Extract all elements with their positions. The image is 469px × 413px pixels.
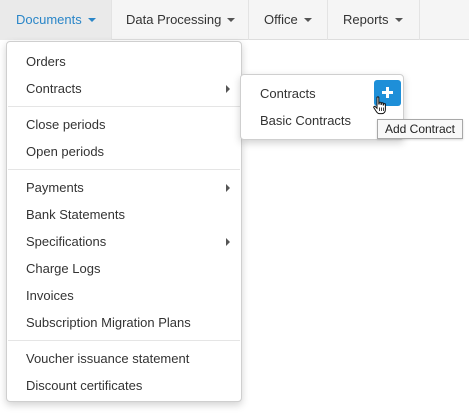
menu-item-label: Open periods: [26, 144, 105, 159]
menu-item-specifications[interactable]: Specifications: [7, 228, 241, 255]
submenu-item-label: Contracts: [260, 86, 316, 101]
documents-dropdown: Orders Contracts Close periods Open peri…: [6, 41, 242, 402]
nav-documents[interactable]: Documents: [0, 0, 112, 40]
menu-item-voucher-issuance-statement[interactable]: Voucher issuance statement: [7, 345, 241, 372]
nav-data-processing[interactable]: Data Processing: [110, 0, 249, 40]
menu-item-label: Discount certificates: [26, 378, 143, 393]
top-navbar: Documents Data Processing Office Reports: [0, 0, 469, 40]
menu-item-label: Invoices: [26, 288, 74, 303]
menu-item-label: Close periods: [26, 117, 106, 132]
menu-item-close-periods[interactable]: Close periods: [7, 111, 241, 138]
menu-divider: [8, 106, 240, 107]
menu-item-label: Payments: [26, 180, 84, 195]
nav-documents-label: Documents: [16, 12, 82, 27]
menu-item-discount-certificates[interactable]: Discount certificates: [7, 372, 241, 399]
caret-down-icon: [227, 17, 236, 22]
hand-pointer-cursor-icon: [373, 96, 386, 115]
chevron-right-icon: [226, 85, 230, 93]
menu-item-bank-statements[interactable]: Bank Statements: [7, 201, 241, 228]
menu-item-payments[interactable]: Payments: [7, 174, 241, 201]
menu-item-orders[interactable]: Orders: [7, 48, 241, 75]
caret-down-icon: [303, 17, 312, 22]
menu-item-label: Orders: [26, 54, 66, 69]
menu-item-charge-logs[interactable]: Charge Logs: [7, 255, 241, 282]
menu-item-label: Specifications: [26, 234, 107, 249]
nav-office[interactable]: Office: [248, 0, 328, 40]
caret-down-icon: [87, 17, 96, 22]
nav-reports-label: Reports: [343, 12, 389, 27]
menu-item-open-periods[interactable]: Open periods: [7, 138, 241, 165]
menu-item-invoices[interactable]: Invoices: [7, 282, 241, 309]
menu-divider: [8, 340, 240, 341]
menu-item-label: Bank Statements: [26, 207, 125, 222]
menu-item-contracts[interactable]: Contracts: [7, 75, 241, 102]
nav-office-label: Office: [264, 12, 298, 27]
nav-reports[interactable]: Reports: [327, 0, 420, 40]
menu-item-label: Contracts: [26, 81, 82, 96]
menu-item-label: Charge Logs: [26, 261, 101, 276]
menu-item-subscription-migration-plans[interactable]: Subscription Migration Plans: [7, 309, 241, 336]
caret-down-icon: [394, 17, 403, 22]
menu-item-label: Subscription Migration Plans: [26, 315, 191, 330]
add-contract-tooltip: Add Contract: [377, 119, 463, 139]
menu-item-label: Voucher issuance statement: [26, 351, 190, 366]
chevron-right-icon: [226, 238, 230, 246]
chevron-right-icon: [226, 184, 230, 192]
submenu-item-label: Basic Contracts: [260, 113, 352, 128]
menu-divider: [8, 169, 240, 170]
nav-data-processing-label: Data Processing: [126, 12, 222, 27]
tooltip-text: Add Contract: [384, 122, 456, 136]
